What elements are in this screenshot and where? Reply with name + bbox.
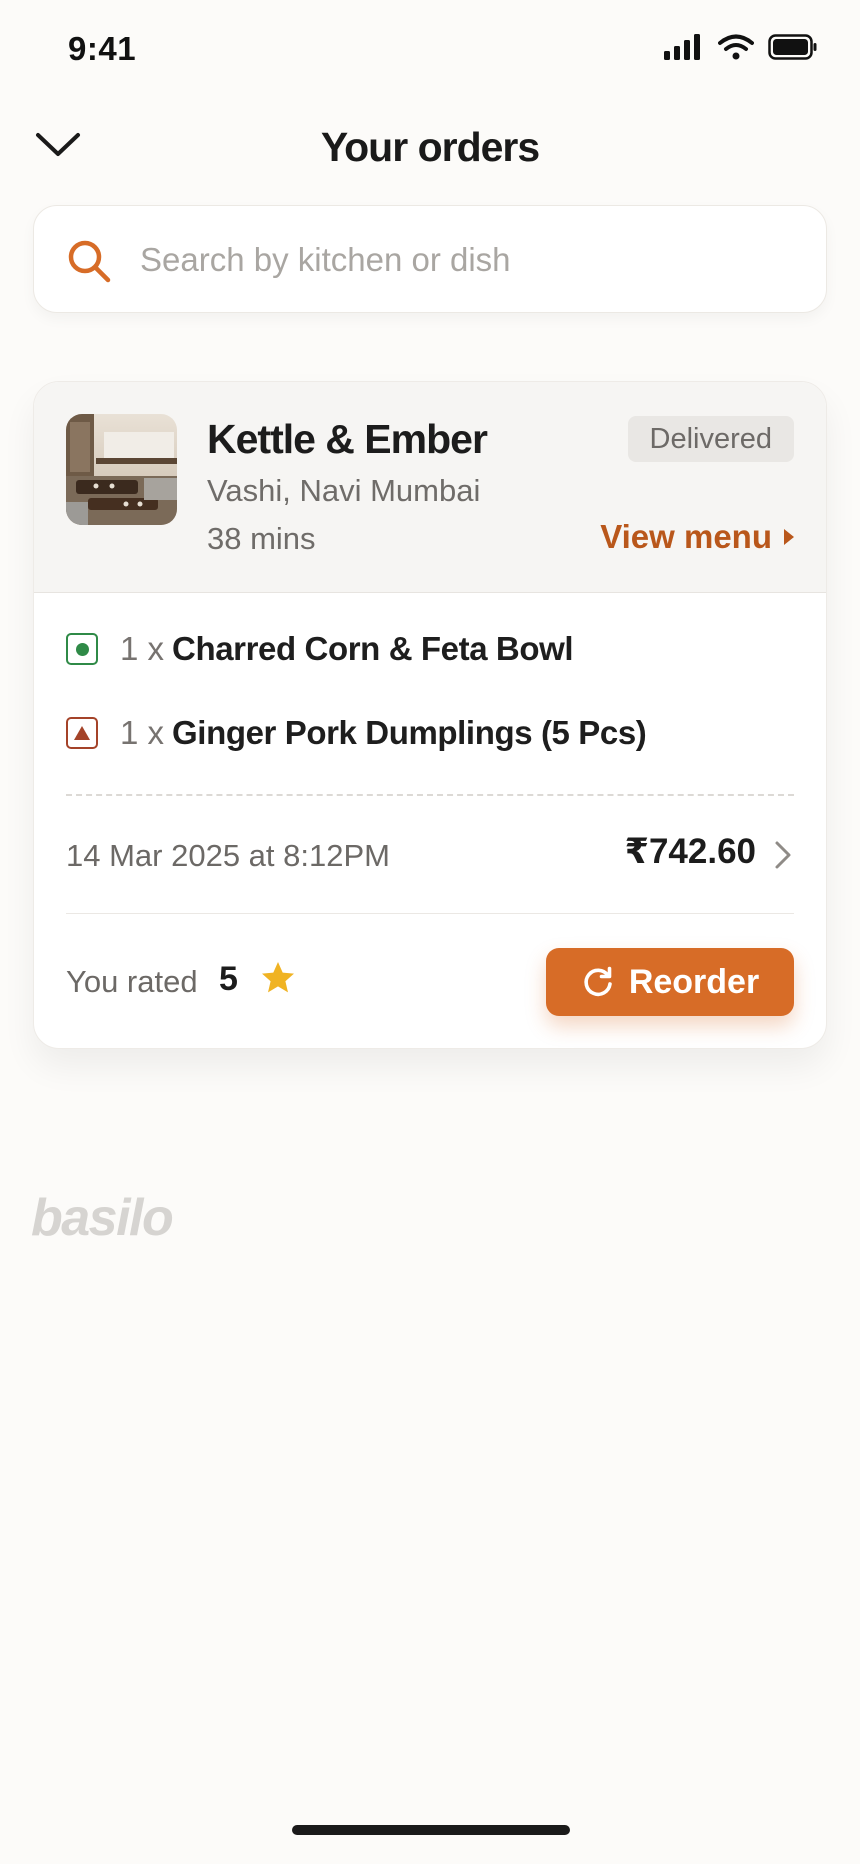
kitchen-location: Vashi, Navi Mumbai	[207, 473, 481, 508]
status-badge: Delivered	[627, 416, 794, 462]
reorder-button[interactable]: Reorder	[546, 948, 794, 1016]
brand-logo: basilo	[31, 1189, 174, 1247]
dashed-divider	[66, 794, 794, 796]
status-icons	[664, 34, 818, 60]
search-box[interactable]	[33, 205, 827, 313]
kitchen-thumbnail[interactable]	[66, 414, 177, 525]
order-total[interactable]: ₹742.60	[625, 832, 756, 872]
rating-value: 5	[219, 960, 238, 998]
home-indicator[interactable]	[292, 1825, 570, 1835]
refresh-icon	[584, 966, 612, 997]
order-item: 1 x Charred Corn & Feta Bowl	[66, 630, 574, 668]
kitchen-eta: 38 mins	[207, 521, 316, 556]
battery-icon	[768, 34, 817, 60]
veg-indicator-icon	[66, 633, 98, 665]
order-card-header: Kettle & Ember Vashi, Navi Mumbai 38 min…	[34, 382, 826, 593]
caret-right-icon	[784, 529, 794, 545]
page-title: Your orders	[320, 124, 540, 170]
order-item: 1 x Ginger Pork Dumplings (5 Pcs)	[66, 714, 647, 752]
search-icon	[68, 240, 111, 283]
item-name: Ginger Pork Dumplings (5 Pcs)	[172, 714, 647, 751]
item-quantity: 1 x	[120, 630, 165, 667]
kitchen-name[interactable]: Kettle & Ember	[207, 416, 488, 463]
search-input[interactable]	[138, 228, 788, 292]
view-menu-label: View menu	[600, 518, 772, 555]
wifi-icon	[718, 34, 754, 60]
item-name: Charred Corn & Feta Bowl	[172, 630, 574, 667]
status-time: 9:41	[68, 30, 137, 67]
item-quantity: 1 x	[120, 714, 165, 751]
reorder-label: Reorder	[628, 962, 760, 1001]
status-bar: 9:41	[0, 0, 860, 100]
order-date: 14 Mar 2025 at 8:12PM	[66, 838, 390, 873]
header: Your orders	[0, 110, 860, 190]
rating-label: You rated	[66, 964, 198, 999]
star-icon	[262, 962, 294, 993]
order-card: Kettle & Ember Vashi, Navi Mumbai 38 min…	[33, 381, 827, 1049]
non-veg-indicator-icon	[66, 717, 98, 749]
chevron-right-icon[interactable]	[772, 838, 794, 872]
divider	[66, 913, 794, 914]
cellular-signal-icon	[664, 34, 700, 60]
view-menu-link[interactable]: View menu	[600, 518, 794, 556]
